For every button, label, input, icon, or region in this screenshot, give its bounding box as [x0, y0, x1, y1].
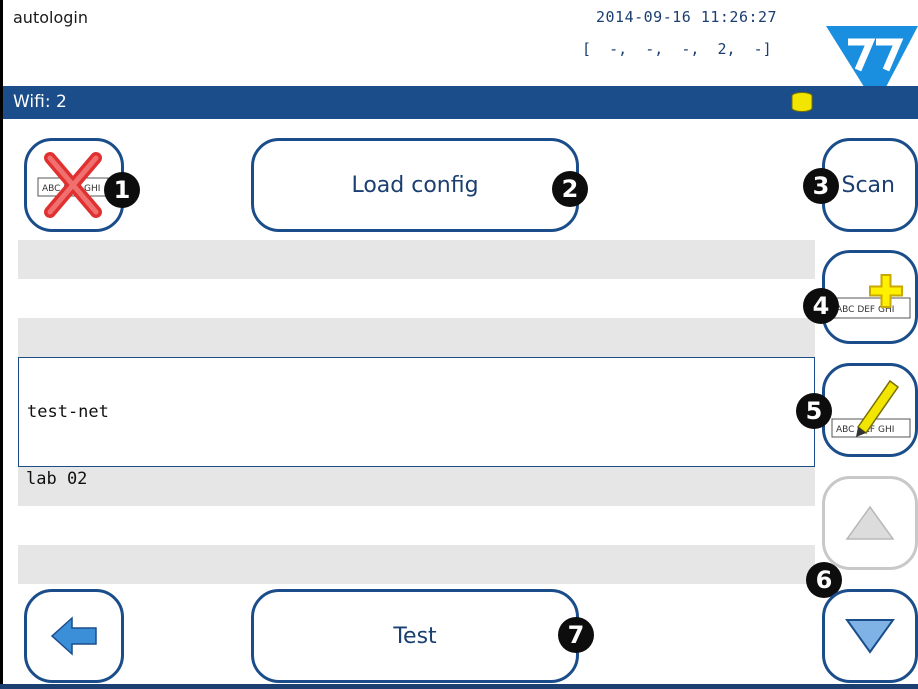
delete-entry-icon: ABC DEF GHI	[37, 152, 109, 218]
wifi-label: Wifi: 2	[13, 92, 67, 112]
list-item[interactable]: lab 02	[18, 467, 815, 506]
edit-entry-icon: ABC DEF GHI	[831, 379, 911, 438]
device-screen: autologin 2014-09-16 11:26:27 [ -, -, -,…	[0, 0, 918, 689]
add-entry-icon: ABC DEF GHI	[831, 274, 911, 319]
load-config-button[interactable]: Load config	[251, 138, 579, 232]
back-button[interactable]	[24, 589, 124, 683]
callout-1: 1	[104, 172, 140, 208]
test-label: Test	[393, 623, 437, 649]
datetime-label: 2014-09-16 11:26:27	[596, 8, 778, 26]
callout-3: 3	[803, 168, 839, 204]
list-item[interactable]	[18, 545, 815, 584]
scroll-down-button[interactable]	[822, 589, 918, 683]
test-button[interactable]: Test	[251, 589, 579, 683]
callout-4: 4	[803, 288, 839, 324]
scroll-up-button[interactable]	[822, 476, 918, 570]
list-item[interactable]	[18, 506, 815, 545]
screen-bottom-edge	[0, 684, 918, 689]
username-label: autologin	[13, 8, 88, 27]
callout-2: 2	[552, 171, 588, 207]
list-item[interactable]	[18, 240, 815, 279]
arrow-down-icon	[845, 619, 895, 654]
arrow-up-icon	[845, 505, 895, 540]
status-bar: Wifi: 2	[3, 86, 918, 119]
edit-entry-button[interactable]: ABC DEF GHI	[822, 363, 918, 457]
callout-7: 7	[558, 617, 594, 653]
list-item[interactable]	[18, 318, 815, 357]
list-item-selected[interactable]: test-net	[18, 357, 815, 467]
load-config-label: Load config	[351, 172, 479, 198]
database-icon	[791, 92, 813, 112]
status-indicators: [ -, -, -, 2, -]	[582, 40, 772, 58]
network-list: test-net lab 02	[18, 240, 815, 584]
back-arrow-icon	[50, 616, 97, 656]
callout-5: 5	[796, 393, 832, 429]
list-item[interactable]	[18, 279, 815, 318]
scan-label: Scan	[841, 172, 896, 198]
